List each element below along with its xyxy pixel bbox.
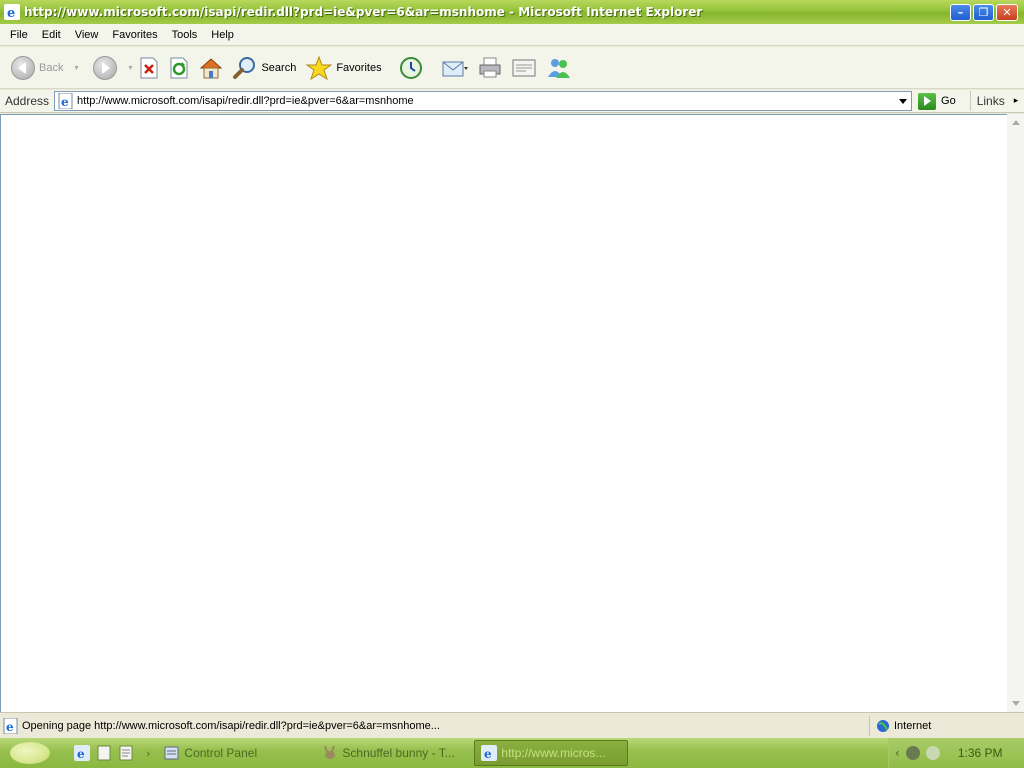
address-dropdown-button[interactable] <box>894 92 911 110</box>
address-bar: Address e http://www.microsoft.com/isapi… <box>0 90 1024 113</box>
refresh-icon <box>170 57 188 78</box>
links-chevron-icon[interactable]: ▸ <box>1014 96 1019 106</box>
chevron-down-icon <box>898 98 907 104</box>
minimize-button[interactable]: – <box>950 3 971 21</box>
vertical-scrollbar[interactable] <box>1007 114 1024 712</box>
toolbar: Back ▾ ▾ Search Favorites <box>0 47 1024 89</box>
mail-icon <box>442 61 468 76</box>
menu-bar: File Edit View Favorites Tools Help <box>0 24 1024 46</box>
taskbar: e › Control Panel Schnuffel bunny - T...… <box>0 738 1024 768</box>
bunny-icon <box>324 745 336 759</box>
refresh-button[interactable] <box>166 51 192 85</box>
print-icon <box>479 57 501 77</box>
home-icon <box>200 57 223 78</box>
scroll-down-icon <box>1011 701 1020 706</box>
back-dropdown-icon[interactable]: ▾ <box>70 63 82 72</box>
favorites-icon <box>306 55 333 80</box>
forward-icon <box>93 55 118 80</box>
ie-logo-icon: e <box>4 4 20 20</box>
svg-text:e: e <box>6 720 14 734</box>
globe-icon <box>877 719 889 732</box>
back-icon <box>11 55 35 80</box>
restore-icon: ❐ <box>978 5 989 19</box>
stop-button[interactable] <box>136 51 162 85</box>
menu-view[interactable]: View <box>68 27 106 43</box>
menu-file[interactable]: File <box>3 27 35 43</box>
page-loading-icon: e <box>3 717 18 734</box>
edit-icon <box>512 59 536 76</box>
svg-text:e: e <box>7 6 15 20</box>
chevron-left-icon[interactable]: ‹ <box>895 746 900 760</box>
start-orb-icon <box>10 742 50 764</box>
task-label: Schnuffel bunny - T... <box>342 746 455 760</box>
stop-icon <box>140 57 158 78</box>
network-icon[interactable] <box>925 746 940 760</box>
restore-button[interactable]: ❐ <box>973 3 994 21</box>
menu-tools[interactable]: Tools <box>165 27 205 43</box>
status-bar: e Opening page http://www.microsoft.com/… <box>0 712 1024 738</box>
back-label: Back <box>39 61 64 74</box>
forward-dropdown-icon[interactable]: ▾ <box>124 63 136 72</box>
clock[interactable]: 1:36 PM <box>958 746 1003 760</box>
task-schnuffel-bunny[interactable]: Schnuffel bunny - T... <box>316 740 466 766</box>
task-label: http://www.micros... <box>501 746 606 760</box>
search-icon <box>233 56 256 79</box>
history-icon <box>399 56 422 79</box>
mail-button[interactable] <box>439 51 471 85</box>
task-internet-explorer[interactable]: e http://www.micros... <box>474 740 629 766</box>
task-control-panel[interactable]: Control Panel <box>158 740 308 766</box>
svg-text:e: e <box>77 747 85 761</box>
task-label: Control Panel <box>184 746 258 760</box>
quick-launch: e › <box>74 745 150 761</box>
close-button[interactable]: ✕ <box>996 3 1018 21</box>
ie-task-icon: e <box>481 745 498 761</box>
links-button[interactable]: Links <box>977 94 1005 108</box>
go-arrow-icon <box>918 92 937 110</box>
page-content[interactable] <box>0 114 1007 712</box>
back-button[interactable]: Back <box>8 51 66 85</box>
zone-label: Internet <box>894 719 932 732</box>
notepad-quicklaunch-icon[interactable] <box>118 745 134 761</box>
menu-favorites[interactable]: Favorites <box>105 27 164 43</box>
document-quicklaunch-icon[interactable] <box>96 745 112 761</box>
close-icon: ✕ <box>1002 5 1012 19</box>
forward-button[interactable] <box>90 51 120 85</box>
svg-text:e: e <box>61 95 69 109</box>
start-button[interactable] <box>0 738 60 768</box>
page-icon: e <box>58 93 73 109</box>
favorites-label: Favorites <box>336 61 382 74</box>
volume-icon[interactable] <box>905 746 920 760</box>
scroll-up-icon <box>1011 120 1020 125</box>
quicklaunch-chevron-icon[interactable]: › <box>146 747 150 760</box>
address-url[interactable]: http://www.microsoft.com/isapi/redir.dll… <box>77 95 894 107</box>
status-text: Opening page http://www.microsoft.com/is… <box>22 719 440 732</box>
address-label: Address <box>5 94 50 108</box>
scroll-up-button[interactable] <box>1007 114 1024 131</box>
ie-quicklaunch-icon[interactable]: e <box>74 745 90 761</box>
address-input[interactable]: e http://www.microsoft.com/isapi/redir.d… <box>54 91 913 111</box>
menu-help[interactable]: Help <box>204 27 241 43</box>
search-label: Search <box>261 61 297 74</box>
favorites-button[interactable]: Favorites <box>303 51 384 85</box>
control-panel-icon <box>164 746 179 760</box>
window-title: http://www.microsoft.com/isapi/redir.dll… <box>24 5 703 19</box>
links-separator <box>969 91 971 111</box>
scroll-down-button[interactable] <box>1007 695 1024 712</box>
edit-button[interactable] <box>509 51 539 85</box>
search-button[interactable]: Search <box>230 51 299 85</box>
history-button[interactable] <box>395 51 427 85</box>
menu-edit[interactable]: Edit <box>35 27 68 43</box>
svg-text:e: e <box>484 747 492 761</box>
print-button[interactable] <box>475 51 505 85</box>
title-bar[interactable]: e http://www.microsoft.com/isapi/redir.d… <box>0 0 1024 24</box>
security-zone[interactable]: Internet <box>869 715 1009 736</box>
go-button[interactable]: Go <box>918 92 956 110</box>
go-label: Go <box>941 95 956 107</box>
system-tray: ‹ 1:36 PM <box>888 738 1024 768</box>
minimize-icon: – <box>957 5 964 19</box>
home-button[interactable] <box>196 51 226 85</box>
messenger-button[interactable] <box>543 51 575 85</box>
messenger-icon <box>547 58 570 78</box>
